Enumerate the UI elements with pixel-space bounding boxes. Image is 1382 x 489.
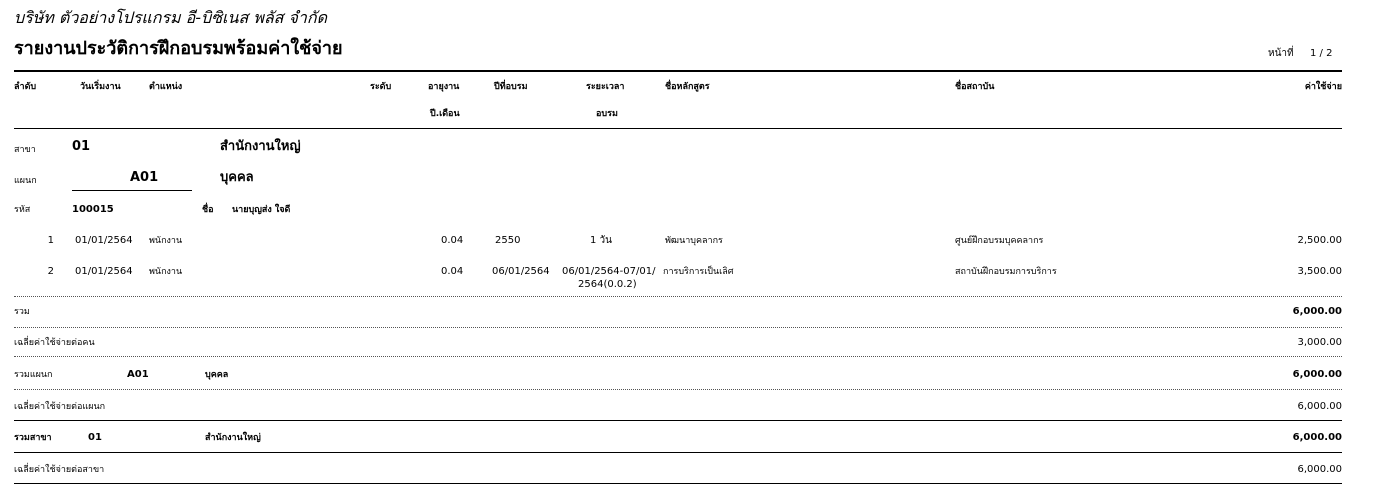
col-tenure: อายุงาน	[428, 82, 460, 92]
header-top-rule	[14, 70, 1342, 72]
branch-total-name: สำนักงานใหญ่	[205, 433, 261, 443]
col-institute: ชื่อสถาบัน	[955, 82, 995, 92]
rows-end-rule	[14, 296, 1342, 297]
branch-total-code: 01	[88, 432, 102, 443]
page-label: หน้าที่	[1268, 48, 1294, 59]
employee-name: นายบุญส่ง ใจดี	[232, 205, 291, 215]
avg-person-value: 3,000.00	[1297, 337, 1342, 348]
branch-total-rule	[14, 452, 1342, 453]
dept-total-code: A01	[127, 369, 149, 380]
row1-tenure: 0.04	[441, 235, 464, 246]
col-position: ตำแหน่ง	[149, 82, 183, 92]
row1-seq: 1	[47, 235, 54, 246]
branch-label: สาขา	[14, 145, 36, 155]
total-label: รวม	[14, 307, 30, 317]
col-start-date: วันเริ่มงาน	[80, 82, 121, 92]
report-title: รายงานประวัติการฝึกอบรมพร้อมค่าใช้จ่าย	[14, 38, 343, 59]
dept-total-value: 6,000.00	[1292, 369, 1342, 380]
col-expense: ค่าใช้จ่าย	[1304, 82, 1342, 92]
department-code: A01	[130, 170, 159, 185]
page-number: 1 / 2	[1310, 48, 1333, 59]
branch-total-label: รวมสาขา	[14, 433, 52, 443]
employee-id: 100015	[72, 204, 114, 215]
avg-dept-label: เฉลี่ยค่าใช้จ่ายต่อแผนก	[14, 402, 106, 412]
row2-institute: สถาบันฝึกอบรมการบริการ	[955, 267, 1057, 277]
department-name: บุคคล	[220, 170, 254, 185]
row1-training-year: 2550	[495, 235, 521, 246]
row2-training-year: 06/01/2564	[492, 266, 550, 277]
row1-duration: 1 วัน	[590, 235, 612, 246]
row1-start-date: 01/01/2564	[75, 235, 133, 246]
row2-expense: 3,500.00	[1297, 266, 1342, 277]
row2-position: พนักงาน	[149, 267, 183, 277]
col-tenure-unit: ปี.เดือน	[430, 109, 460, 119]
col-course: ชื่อหลักสูตร	[665, 82, 710, 92]
total-rule	[14, 327, 1342, 328]
report-end-rule	[14, 483, 1342, 484]
col-duration-sub: อบรม	[596, 109, 618, 119]
row1-course: พัฒนาบุคลากร	[665, 236, 723, 246]
dept-total-name: บุคคล	[205, 370, 229, 380]
row1-position: พนักงาน	[149, 236, 183, 246]
avg-person-label: เฉลี่ยค่าใช้จ่ายต่อคน	[14, 338, 95, 348]
header-bottom-rule	[14, 128, 1342, 129]
employee-name-label: ชื่อ	[202, 205, 214, 215]
row2-duration: 06/01/2564-07/01/	[562, 266, 656, 277]
department-code-underline	[72, 190, 192, 191]
employee-id-label: รหัส	[14, 205, 31, 215]
avg-dept-value: 6,000.00	[1297, 401, 1342, 412]
dept-total-label: รวมแผนก	[14, 370, 53, 380]
total-value: 6,000.00	[1292, 306, 1342, 317]
row1-expense: 2,500.00	[1297, 235, 1342, 246]
col-training-year: ปีที่อบรม	[494, 82, 528, 92]
col-seq: ลำดับ	[14, 82, 37, 92]
col-duration: ระยะเวลา	[586, 82, 625, 92]
col-level: ระดับ	[370, 82, 392, 92]
avg-branch-label: เฉลี่ยค่าใช้จ่ายต่อสาขา	[14, 465, 105, 475]
branch-total-value: 6,000.00	[1292, 432, 1342, 443]
avg-person-rule	[14, 356, 1342, 357]
dept-total-rule	[14, 389, 1342, 390]
row2-seq: 2	[47, 266, 54, 277]
row2-start-date: 01/01/2564	[75, 266, 133, 277]
branch-code: 01	[72, 139, 91, 154]
row2-duration-line2: 2564(0.0.2)	[578, 279, 637, 290]
company-name: บริษัท ตัวอย่างโปรแกรม อี-บิซิเนส พลัส จ…	[14, 8, 327, 27]
department-label: แผนก	[14, 176, 37, 186]
row2-tenure: 0.04	[441, 266, 464, 277]
branch-name: สำนักงานใหญ่	[220, 139, 301, 154]
avg-dept-rule	[14, 420, 1342, 421]
row1-institute: ศูนย์ฝึกอบรมบุคคลากร	[955, 236, 1044, 246]
row2-course: การบริการเป็นเลิศ	[663, 267, 734, 277]
avg-branch-value: 6,000.00	[1297, 464, 1342, 475]
